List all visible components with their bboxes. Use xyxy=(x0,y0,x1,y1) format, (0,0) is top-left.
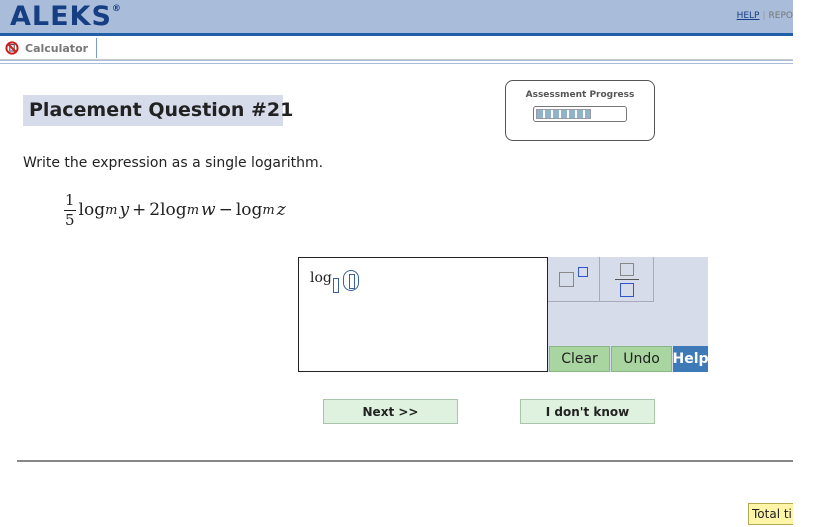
math-tool-panel: Clear Undo Help xyxy=(548,257,709,372)
progress-label: Assessment Progress xyxy=(525,90,635,100)
aleks-logo: ALEKS® xyxy=(10,1,121,32)
toolbar-rule xyxy=(0,60,793,64)
logo-text: ALEKS xyxy=(10,1,112,32)
dont-know-button[interactable]: I don't know xyxy=(520,399,655,424)
total-time-badge: Total ti xyxy=(748,503,793,525)
answer-log-text: log xyxy=(310,270,332,286)
log-base: m xyxy=(186,202,200,218)
fraction-denominator: 5 xyxy=(65,210,75,229)
superscript-button[interactable] xyxy=(548,257,600,302)
undo-button[interactable]: Undo xyxy=(611,346,672,372)
plus-operator: + xyxy=(132,200,147,220)
variable-z: z xyxy=(276,200,286,220)
header-links: HELP | REPO xyxy=(737,11,793,21)
answer-content: log xyxy=(310,270,359,293)
fraction-button[interactable] xyxy=(600,257,654,302)
fraction-numerator: 1 xyxy=(64,190,76,211)
clear-button[interactable]: Clear xyxy=(549,346,610,372)
question-instruction: Write the expression as a single logarit… xyxy=(23,155,324,171)
minus-operator: − xyxy=(218,200,233,220)
base-input-slot[interactable] xyxy=(332,278,339,293)
report-link[interactable]: REPO xyxy=(769,11,793,21)
help-link[interactable]: HELP xyxy=(737,11,760,21)
divider xyxy=(17,460,793,462)
question-title: Placement Question #21 xyxy=(23,95,293,126)
log-function: log xyxy=(78,200,106,220)
log-base: m xyxy=(262,202,275,218)
variable-y: y xyxy=(119,200,130,220)
math-expression: 1 5 log m y + 2 log m w − log m z xyxy=(64,188,286,232)
no-sign-icon xyxy=(5,41,19,55)
help-button[interactable]: Help xyxy=(672,346,709,372)
header-bar: ALEKS® HELP | REPO xyxy=(0,0,793,33)
argument-input-slot[interactable] xyxy=(342,270,359,291)
toolbar: Calculator xyxy=(0,36,793,60)
log-function: log xyxy=(160,200,187,220)
next-button[interactable]: Next >> xyxy=(323,399,458,424)
variable-w: w xyxy=(201,200,216,220)
registered-mark: ® xyxy=(111,4,121,14)
calculator-button[interactable]: Calculator xyxy=(5,38,98,58)
progress-bar xyxy=(533,106,627,122)
log-base: m xyxy=(105,202,118,218)
coefficient: 2 xyxy=(149,200,161,220)
fraction: 1 5 xyxy=(64,190,76,229)
header-separator: | xyxy=(762,11,766,21)
answer-input-area[interactable]: log xyxy=(298,257,548,372)
progress-fill xyxy=(536,109,591,119)
log-function: log xyxy=(235,200,263,220)
assessment-progress-box: Assessment Progress xyxy=(505,80,655,141)
calculator-label: Calculator xyxy=(25,41,89,55)
